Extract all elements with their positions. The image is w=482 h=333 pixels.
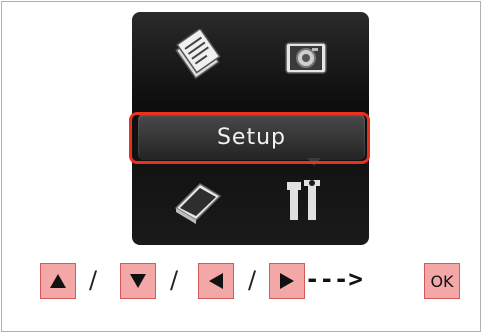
menu-row-bottom <box>132 155 369 245</box>
down-button[interactable] <box>120 263 156 299</box>
separator: / <box>248 266 257 294</box>
right-triangle-icon <box>280 273 294 289</box>
ok-button[interactable]: OK <box>424 263 460 299</box>
selection-highlight <box>129 112 370 164</box>
left-button[interactable] <box>198 263 234 299</box>
camera-icon[interactable] <box>278 29 334 85</box>
copy-icon[interactable] <box>170 29 226 85</box>
left-triangle-icon <box>209 273 223 289</box>
tools-icon[interactable] <box>278 172 334 228</box>
scanner-icon[interactable] <box>170 172 226 228</box>
menu-row-top <box>132 12 369 102</box>
then-arrow: ---> <box>305 265 363 293</box>
up-triangle-icon <box>50 274 66 288</box>
right-button[interactable] <box>269 263 305 299</box>
separator: / <box>89 266 98 294</box>
separator: / <box>170 266 179 294</box>
down-triangle-icon <box>130 274 146 288</box>
up-button[interactable] <box>40 263 76 299</box>
